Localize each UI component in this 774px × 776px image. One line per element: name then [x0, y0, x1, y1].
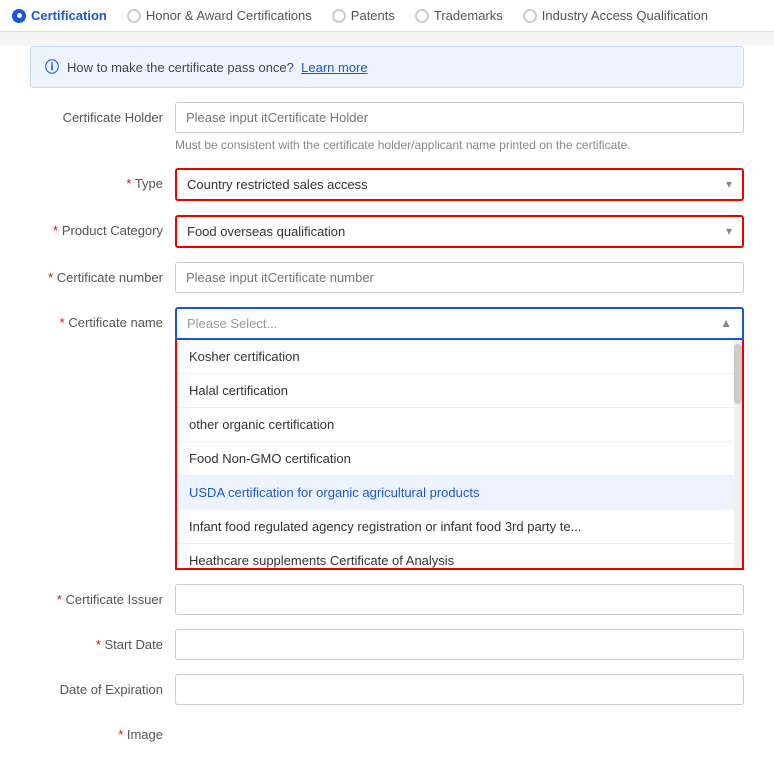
- certificate-name-label: * Certificate name: [30, 307, 175, 330]
- radio-honor-award: [127, 9, 141, 23]
- certificate-number-control: [175, 262, 744, 293]
- certificate-number-label: * Certificate number: [30, 262, 175, 285]
- type-chevron-icon: ▾: [726, 177, 732, 191]
- image-required-star: *: [118, 727, 127, 742]
- product-category-label: * Product Category: [30, 215, 175, 238]
- certificate-number-required-star: *: [48, 270, 57, 285]
- certificate-name-control: Please Select... ▲ Kosher certification …: [175, 307, 744, 570]
- expiration-date-control: [175, 674, 744, 705]
- radio-trademarks: [415, 9, 429, 23]
- start-date-required-star: *: [96, 637, 105, 652]
- tab-patents[interactable]: Patents: [332, 8, 395, 23]
- product-category-chevron-icon: ▾: [726, 224, 732, 238]
- product-category-required-star: *: [53, 223, 62, 238]
- product-category-control: Food overseas qualification ▾: [175, 215, 744, 248]
- type-select[interactable]: Country restricted sales access ▾: [175, 168, 744, 201]
- certificate-holder-control: Must be consistent with the certificate …: [175, 102, 744, 154]
- option-non-gmo[interactable]: Food Non-GMO certification: [177, 442, 734, 476]
- start-date-input[interactable]: [175, 629, 744, 660]
- start-date-label: * Start Date: [30, 629, 175, 652]
- certificate-holder-label: Certificate Holder: [30, 102, 175, 125]
- learn-more-link[interactable]: Learn more: [301, 60, 367, 75]
- option-usda[interactable]: USDA certification for organic agricultu…: [177, 476, 734, 510]
- option-halal[interactable]: Halal certification: [177, 374, 734, 408]
- type-control: Country restricted sales access ▾: [175, 168, 744, 201]
- option-organic[interactable]: other organic certification: [177, 408, 734, 442]
- option-infant[interactable]: Infant food regulated agency registratio…: [177, 510, 734, 544]
- tab-industry-access[interactable]: Industry Access Qualification: [523, 8, 708, 23]
- certificate-number-input[interactable]: [175, 262, 744, 293]
- product-category-row: * Product Category Food overseas qualifi…: [30, 215, 744, 248]
- certificate-name-select[interactable]: Please Select... ▲: [175, 307, 744, 340]
- certificate-name-dropdown: Kosher certification Halal certification…: [175, 340, 744, 570]
- expiration-date-label: Date of Expiration: [30, 674, 175, 697]
- certificate-issuer-row: * Certificate Issuer: [30, 584, 744, 615]
- scrollbar-thumb: [734, 344, 742, 404]
- option-healthcare[interactable]: Heathcare supplements Certificate of Ana…: [177, 544, 734, 568]
- certificate-number-row: * Certificate number: [30, 262, 744, 293]
- image-label: * Image: [30, 719, 175, 742]
- certificate-name-row: * Certificate name Please Select... ▲ Ko…: [30, 307, 744, 570]
- expiration-date-input[interactable]: [175, 674, 744, 705]
- start-date-row: * Start Date: [30, 629, 744, 660]
- radio-certification: [12, 9, 26, 23]
- type-label: * Type: [30, 168, 175, 191]
- certificate-name-chevron-icon: ▲: [720, 316, 732, 330]
- certificate-holder-hint: Must be consistent with the certificate …: [175, 137, 744, 154]
- option-kosher[interactable]: Kosher certification: [177, 340, 734, 374]
- tab-honor-award[interactable]: Honor & Award Certifications: [127, 8, 312, 23]
- tab-certification[interactable]: Certification: [12, 8, 107, 23]
- tab-trademarks[interactable]: Trademarks: [415, 8, 503, 23]
- type-row: * Type Country restricted sales access ▾: [30, 168, 744, 201]
- start-date-control: [175, 629, 744, 660]
- certificate-issuer-label: * Certificate Issuer: [30, 584, 175, 607]
- expiration-date-row: Date of Expiration: [30, 674, 744, 705]
- product-category-select[interactable]: Food overseas qualification ▾: [175, 215, 744, 248]
- form-area: ⓘ How to make the certificate pass once?…: [0, 46, 774, 776]
- certificate-issuer-input[interactable]: [175, 584, 744, 615]
- certificate-holder-row: Certificate Holder Must be consistent wi…: [30, 102, 744, 154]
- dropdown-scrollbar[interactable]: [734, 340, 742, 568]
- top-tab-bar: Certification Honor & Award Certificatio…: [0, 0, 774, 32]
- radio-patents: [332, 9, 346, 23]
- certificate-holder-input[interactable]: [175, 102, 744, 133]
- radio-industry-access: [523, 9, 537, 23]
- certificate-issuer-control: [175, 584, 744, 615]
- dropdown-items-list: Kosher certification Halal certification…: [177, 340, 734, 568]
- info-banner: ⓘ How to make the certificate pass once?…: [30, 46, 744, 88]
- type-required-star: *: [126, 176, 134, 191]
- info-icon: ⓘ: [45, 57, 59, 77]
- image-row: * Image: [30, 719, 744, 742]
- app-container: Certification Honor & Award Certificatio…: [0, 0, 774, 776]
